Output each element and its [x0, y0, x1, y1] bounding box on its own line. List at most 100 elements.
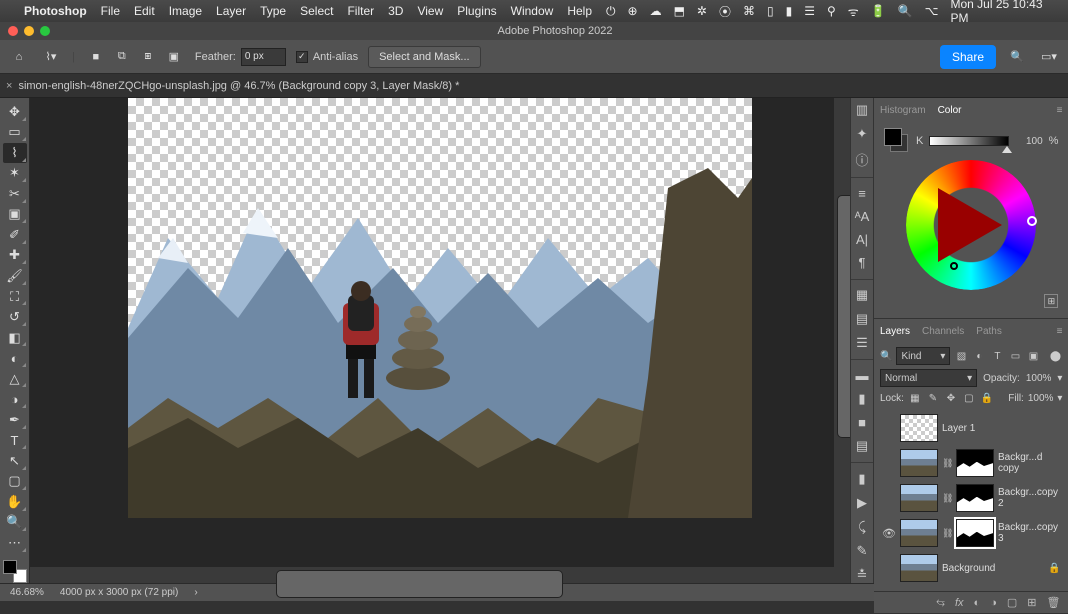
status-icon[interactable]: ⚲	[827, 4, 836, 18]
lock-artboard-icon[interactable]: ▢	[962, 391, 976, 405]
wifi-icon[interactable]: ᯤ	[848, 3, 859, 20]
color-swatches[interactable]	[3, 560, 27, 583]
status-icon[interactable]: ☰	[804, 4, 815, 18]
collapsed-panel-icon[interactable]: ≛	[851, 567, 873, 583]
filter-pixel-icon[interactable]: ▧	[954, 349, 968, 363]
gradient-tool[interactable]: ◐	[3, 348, 27, 368]
intersect-selection-button[interactable]: ▣	[163, 46, 185, 68]
zoom-tool[interactable]: 🔍	[3, 513, 27, 533]
subtract-selection-button[interactable]: ⧆	[137, 46, 159, 68]
collapsed-panel-icon[interactable]: ⤹	[851, 519, 873, 535]
collapsed-panel-icon[interactable]: ≡	[851, 186, 873, 201]
link-icon[interactable]: ⛓	[942, 458, 952, 469]
foreground-swatch[interactable]	[884, 128, 902, 146]
layer-mask-thumbnail[interactable]	[956, 449, 994, 477]
add-selection-button[interactable]: ⧉	[111, 46, 133, 68]
control-center-icon[interactable]: ⌥	[925, 4, 939, 18]
tab-color[interactable]: Color	[938, 105, 962, 116]
feather-input[interactable]	[241, 48, 286, 66]
k-slider[interactable]	[929, 136, 1008, 146]
opacity-value[interactable]: 100%	[1026, 373, 1052, 384]
type-tool[interactable]: T	[3, 431, 27, 451]
close-tab-button[interactable]: ×	[6, 80, 12, 92]
status-icon[interactable]: ⌘	[743, 4, 755, 18]
menu-edit[interactable]: Edit	[134, 4, 155, 18]
collapsed-panel-icon[interactable]: ᴬA	[851, 209, 873, 224]
shape-tool[interactable]: ▢	[3, 472, 27, 492]
document-canvas[interactable]	[128, 98, 752, 518]
marquee-tool[interactable]: ▭	[3, 123, 27, 143]
layer-row[interactable]: ⛓Backgr...copy 2	[880, 481, 1062, 515]
menu-select[interactable]: Select	[300, 4, 333, 18]
opacity-dropdown-icon[interactable]: ▾	[1057, 373, 1062, 384]
collapsed-panel-icon[interactable]: A|	[851, 232, 873, 247]
collapsed-panel-icon[interactable]: ▤	[851, 311, 873, 327]
layer-name[interactable]: Backgr...copy 3	[998, 522, 1060, 544]
blend-mode-dropdown[interactable]: Normal▾	[880, 369, 977, 387]
layer-row[interactable]: 👁⛓Backgr...copy 3	[880, 516, 1062, 550]
menu-type[interactable]: Type	[260, 4, 286, 18]
zoom-value[interactable]: 46.68%	[10, 587, 44, 598]
vertical-scrollbar[interactable]	[834, 98, 850, 583]
layer-thumbnail[interactable]	[900, 519, 938, 547]
delete-icon[interactable]: 🗑	[1046, 596, 1060, 609]
healing-brush-tool[interactable]: ✚	[3, 246, 27, 266]
collapsed-panel-icon[interactable]: ▶	[851, 495, 873, 511]
filter-adjustment-icon[interactable]: ◐	[972, 349, 986, 363]
antialias-checkbox[interactable]: ✓ Anti-alias	[296, 51, 358, 63]
layer-row[interactable]: Background🔒	[880, 551, 1062, 585]
collapsed-panel-icon[interactable]: ▮	[851, 391, 873, 407]
document-info[interactable]: 4000 px x 3000 px (72 ppi)	[60, 587, 178, 598]
collapsed-panel-icon[interactable]: ¶	[851, 255, 873, 270]
clock[interactable]: Mon Jul 25 10:43 PM	[950, 0, 1060, 25]
fx-icon[interactable]: fx	[955, 597, 964, 609]
k-value[interactable]: 100	[1015, 136, 1043, 147]
menu-view[interactable]: View	[417, 4, 443, 18]
battery-icon[interactable]: 🔋	[871, 4, 886, 18]
panel-menu-icon[interactable]: ≡	[1057, 105, 1063, 116]
close-window-button[interactable]	[8, 26, 18, 36]
search-button[interactable]: 🔍	[1006, 46, 1028, 68]
eraser-tool[interactable]: ◧	[3, 328, 27, 348]
collapsed-panel-icon[interactable]: ▬	[851, 368, 873, 383]
minimize-window-button[interactable]	[24, 26, 34, 36]
layer-mask-thumbnail[interactable]	[956, 484, 994, 512]
status-icon[interactable]: ⏻	[606, 4, 616, 19]
foreground-color-swatch[interactable]	[3, 560, 17, 574]
layer-name[interactable]: Layer 1	[942, 423, 1060, 434]
home-button[interactable]: ⌂	[8, 46, 30, 68]
filter-toggle[interactable]: ⬤	[1048, 349, 1062, 363]
select-and-mask-button[interactable]: Select and Mask...	[368, 46, 481, 68]
pen-tool[interactable]: ✒	[3, 410, 27, 430]
filter-shape-icon[interactable]: ▭	[1008, 349, 1022, 363]
history-brush-tool[interactable]: ↺	[3, 307, 27, 327]
new-layer-icon[interactable]: ⊞	[1027, 596, 1036, 609]
status-icon[interactable]: ⊕	[628, 4, 638, 18]
crop-tool[interactable]: ✂	[3, 184, 27, 204]
filter-search-icon[interactable]: 🔍	[880, 351, 892, 362]
color-panel-expand-icon[interactable]: ⊞	[1044, 294, 1058, 308]
status-icon[interactable]: ▯	[767, 4, 774, 18]
filter-kind-dropdown[interactable]: Kind▾	[896, 347, 950, 365]
menu-3d[interactable]: 3D	[388, 4, 403, 18]
layer-thumbnail[interactable]	[900, 414, 938, 442]
color-wheel[interactable]	[906, 160, 1036, 290]
status-icon[interactable]: ⦿	[719, 3, 731, 20]
share-button[interactable]: Share	[940, 45, 996, 69]
tab-layers[interactable]: Layers	[880, 326, 910, 337]
tab-histogram[interactable]: Histogram	[880, 105, 926, 116]
new-selection-button[interactable]: ■	[85, 46, 107, 68]
collapsed-panel-icon[interactable]: ▤	[851, 438, 873, 454]
lasso-tool[interactable]: ⌇	[3, 143, 27, 163]
more-tools[interactable]: ⋯	[3, 533, 27, 553]
filter-smart-icon[interactable]: ▣	[1026, 349, 1040, 363]
magic-wand-tool[interactable]: ✶	[3, 164, 27, 184]
panel-menu-icon[interactable]: ≡	[1057, 326, 1063, 337]
collapsed-panel-icon[interactable]: ✎	[851, 543, 873, 559]
lock-pixels-icon[interactable]: ✎	[926, 391, 940, 405]
document-tab-label[interactable]: simon-english-48nerZQCHgo-unsplash.jpg @…	[18, 80, 459, 92]
collapsed-panel-icon[interactable]: ▥	[851, 102, 873, 118]
link-icon[interactable]: ⛓	[942, 528, 952, 539]
menu-help[interactable]: Help	[567, 4, 592, 18]
canvas-area[interactable]	[30, 98, 850, 583]
